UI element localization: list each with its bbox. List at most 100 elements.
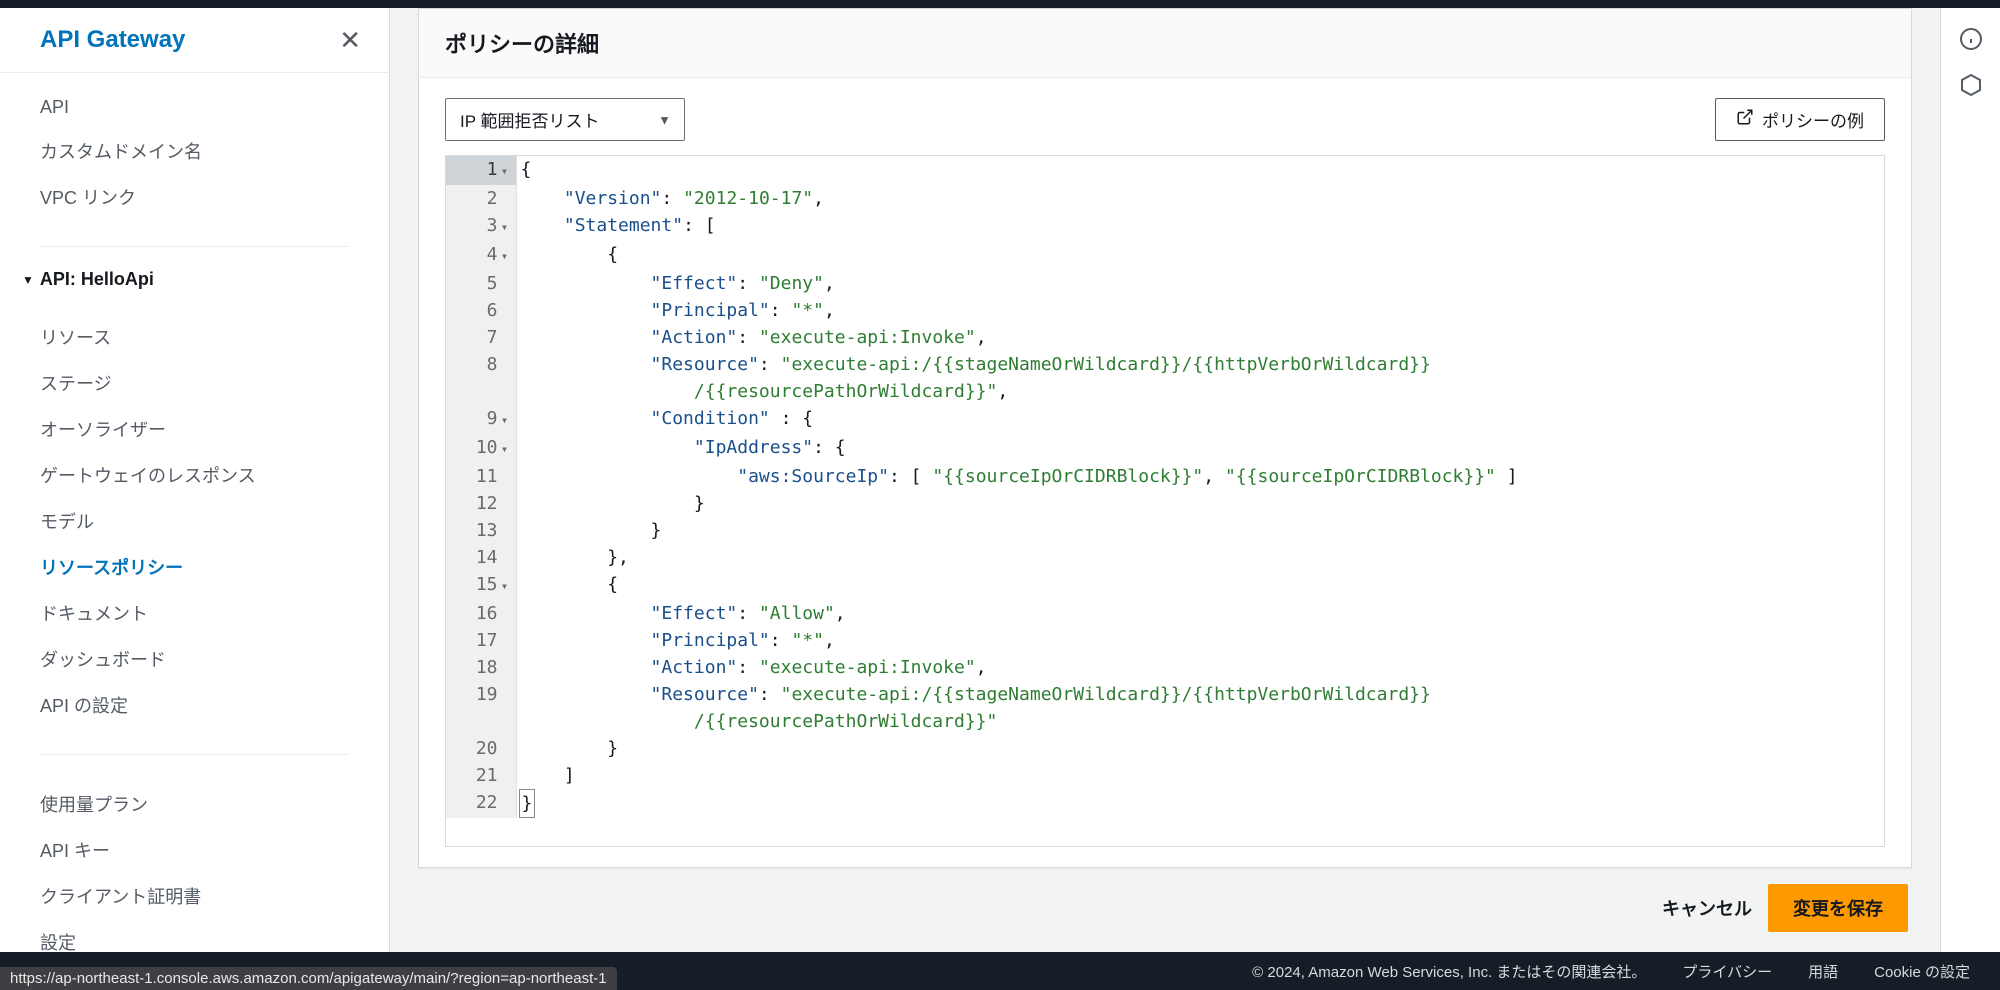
code-line[interactable]: "Version": "2012-10-17", <box>516 185 1884 212</box>
service-title[interactable]: API Gateway <box>40 26 185 54</box>
line-number: 11 <box>446 463 516 490</box>
code-line[interactable]: ] <box>516 762 1884 789</box>
top-strip <box>0 0 2000 8</box>
line-number: 8 <box>446 351 516 378</box>
code-line[interactable]: } <box>516 789 1884 818</box>
panel-header: ポリシーの詳細 <box>419 9 1911 78</box>
sidebar-item[interactable]: リソース <box>0 314 389 360</box>
line-number <box>446 378 516 405</box>
sidebar-item[interactable]: API の設定 <box>0 682 389 728</box>
code-line[interactable]: "Action": "execute-api:Invoke", <box>516 324 1884 351</box>
close-icon[interactable]: ✕ <box>339 27 361 53</box>
code-line[interactable]: "IpAddress": { <box>516 434 1884 463</box>
footer: https://ap-northeast-1.console.aws.amazo… <box>0 952 2000 990</box>
line-number: 13 <box>446 517 516 544</box>
sidebar-item[interactable]: モデル <box>0 498 389 544</box>
template-select[interactable]: IP 範囲拒否リスト <box>445 98 685 141</box>
action-bar: キャンセル 変更を保存 <box>418 868 1912 952</box>
sidebar-item[interactable]: VPC リンク <box>0 174 389 220</box>
code-line[interactable]: "Condition" : { <box>516 405 1884 434</box>
code-line[interactable]: }, <box>516 544 1884 571</box>
divider <box>40 754 349 755</box>
api-heading[interactable]: ▼ API: HelloApi <box>0 259 389 300</box>
line-number: 2 <box>446 185 516 212</box>
policy-example-label: ポリシーの例 <box>1762 107 1864 132</box>
line-number: 21 <box>446 762 516 789</box>
sidebar-item[interactable]: ゲートウェイのレスポンス <box>0 452 389 498</box>
privacy-link[interactable]: プライバシー <box>1682 961 1772 982</box>
code-line[interactable]: "Resource": "execute-api:/{{stageNameOrW… <box>516 351 1884 378</box>
status-bar-url: https://ap-northeast-1.console.aws.amazo… <box>0 967 617 990</box>
line-number: 3▾ <box>446 212 516 241</box>
sidebar-item[interactable]: ドキュメント <box>0 590 389 636</box>
sidebar-item[interactable]: 使用量プラン <box>0 781 389 827</box>
code-line[interactable]: "Principal": "*", <box>516 627 1884 654</box>
code-line[interactable]: "Statement": [ <box>516 212 1884 241</box>
line-number: 20 <box>446 735 516 762</box>
line-number: 14 <box>446 544 516 571</box>
line-number <box>446 708 516 735</box>
nav-bottom: 使用量プランAPI キークライアント証明書設定 <box>0 767 389 952</box>
external-link-icon <box>1736 108 1754 131</box>
line-number: 4▾ <box>446 241 516 270</box>
sidebar-item[interactable]: API キー <box>0 827 389 873</box>
sidebar-item[interactable]: API <box>0 87 389 128</box>
line-number: 9▾ <box>446 405 516 434</box>
sidebar-item[interactable]: カスタムドメイン名 <box>0 128 389 174</box>
line-number: 1▾ <box>446 156 516 185</box>
code-line[interactable]: /{{resourcePathOrWildcard}}", <box>516 378 1884 405</box>
cancel-button[interactable]: キャンセル <box>1662 895 1752 921</box>
line-number: 12 <box>446 490 516 517</box>
code-line[interactable]: { <box>516 156 1884 185</box>
sidebar: API Gateway ✕ APIカスタムドメイン名VPC リンク ▼ API:… <box>0 8 390 952</box>
nav-top: APIカスタムドメイン名VPC リンク <box>0 73 389 234</box>
code-line[interactable]: "Effect": "Allow", <box>516 600 1884 627</box>
code-line[interactable]: } <box>516 517 1884 544</box>
right-rail <box>1940 8 2000 952</box>
divider <box>40 246 349 247</box>
nav-api: リソースステージオーソライザーゲートウェイのレスポンスモデルリソースポリシードキ… <box>0 300 389 742</box>
save-button[interactable]: 変更を保存 <box>1768 884 1908 932</box>
sidebar-item[interactable]: ダッシュボード <box>0 636 389 682</box>
template-select-wrap: IP 範囲拒否リスト ▼ <box>445 98 685 141</box>
sidebar-item[interactable]: オーソライザー <box>0 406 389 452</box>
line-number: 17 <box>446 627 516 654</box>
code-line[interactable]: { <box>516 571 1884 600</box>
code-line[interactable]: "Resource": "execute-api:/{{stageNameOrW… <box>516 681 1884 708</box>
line-number: 6 <box>446 297 516 324</box>
code-line[interactable]: "Effect": "Deny", <box>516 270 1884 297</box>
line-number: 18 <box>446 654 516 681</box>
line-number: 15▾ <box>446 571 516 600</box>
code-line[interactable]: "aws:SourceIp": [ "{{sourceIpOrCIDRBlock… <box>516 463 1884 490</box>
line-number: 22 <box>446 789 516 818</box>
sidebar-item[interactable]: クライアント証明書 <box>0 873 389 919</box>
code-line[interactable]: } <box>516 490 1884 517</box>
panel-title: ポリシーの詳細 <box>445 27 1885 59</box>
panel-controls: IP 範囲拒否リスト ▼ ポリシーの例 <box>419 78 1911 155</box>
code-line[interactable]: "Principal": "*", <box>516 297 1884 324</box>
sidebar-item[interactable]: ステージ <box>0 360 389 406</box>
hexagon-icon[interactable] <box>1958 72 1984 98</box>
policy-example-button[interactable]: ポリシーの例 <box>1715 98 1885 141</box>
line-number: 16 <box>446 600 516 627</box>
info-icon[interactable] <box>1958 26 1984 52</box>
api-heading-label: API: HelloApi <box>40 269 154 290</box>
sidebar-item[interactable]: リソースポリシー <box>0 544 389 590</box>
code-line[interactable]: } <box>516 735 1884 762</box>
main: ポリシーの詳細 IP 範囲拒否リスト ▼ ポリシーの例 1▾{2 "Ve <box>390 8 1940 952</box>
cookies-link[interactable]: Cookie の設定 <box>1874 961 1970 982</box>
template-select-label: IP 範囲拒否リスト <box>460 112 599 131</box>
policy-panel: ポリシーの詳細 IP 範囲拒否リスト ▼ ポリシーの例 1▾{2 "Ve <box>418 8 1912 868</box>
code-line[interactable]: { <box>516 241 1884 270</box>
line-number: 19 <box>446 681 516 708</box>
terms-link[interactable]: 用語 <box>1808 961 1838 982</box>
sidebar-item[interactable]: 設定 <box>0 919 389 952</box>
sidebar-header: API Gateway ✕ <box>0 8 389 73</box>
line-number: 5 <box>446 270 516 297</box>
code-line[interactable]: /{{resourcePathOrWildcard}}" <box>516 708 1884 735</box>
line-number: 7 <box>446 324 516 351</box>
code-editor[interactable]: 1▾{2 "Version": "2012-10-17",3▾ "Stateme… <box>445 155 1885 847</box>
caret-down-icon: ▼ <box>22 273 34 287</box>
copyright: © 2024, Amazon Web Services, Inc. またはその関… <box>1252 961 1646 982</box>
code-line[interactable]: "Action": "execute-api:Invoke", <box>516 654 1884 681</box>
